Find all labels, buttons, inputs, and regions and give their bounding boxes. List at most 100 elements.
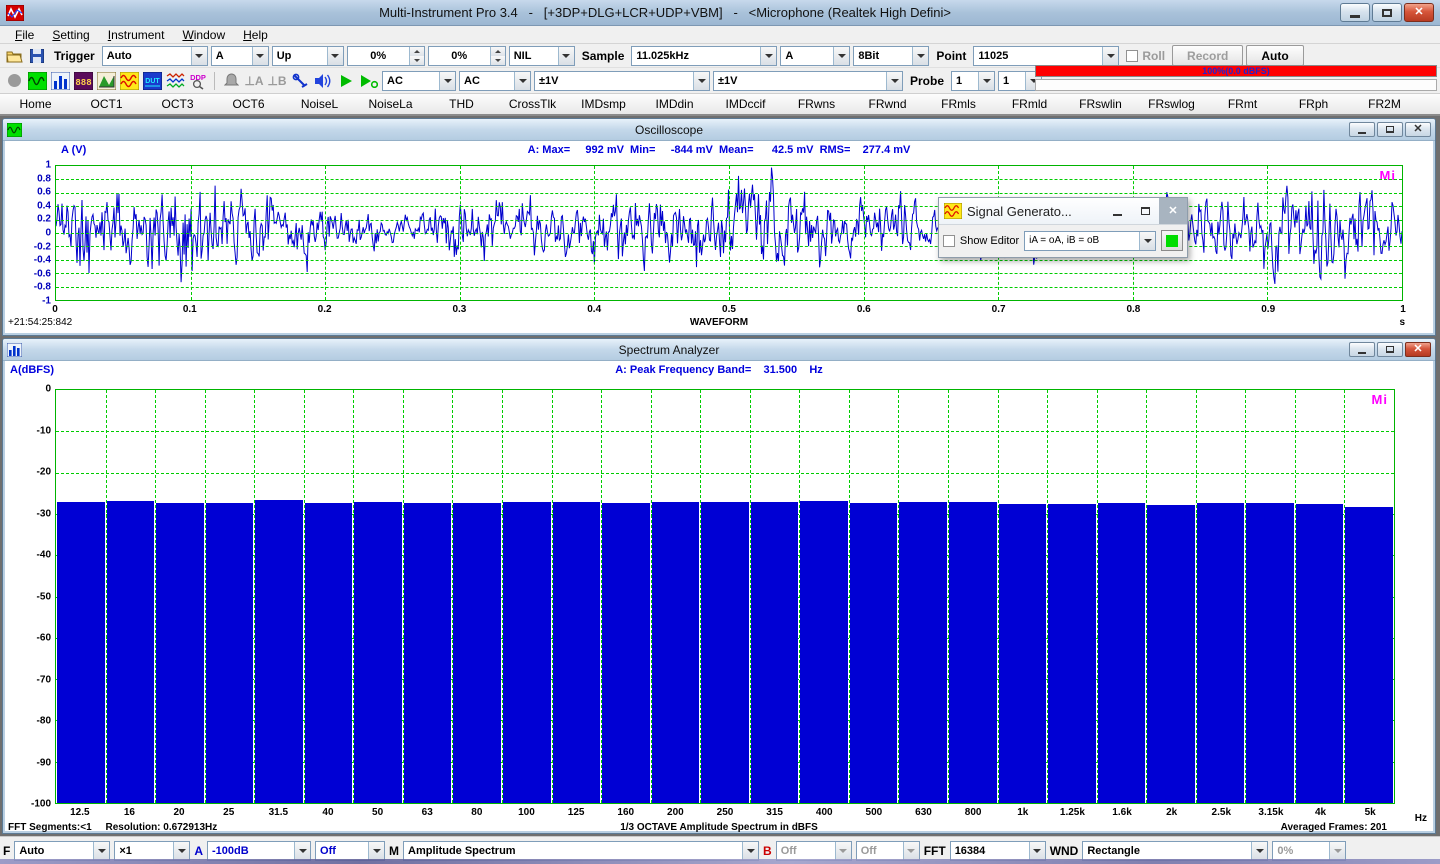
tab-frmld[interactable]: FRmld xyxy=(994,94,1065,114)
maximize-button[interactable] xyxy=(1372,3,1402,22)
spin-down-icon[interactable] xyxy=(410,56,424,65)
gridline xyxy=(191,166,192,300)
menu-window[interactable]: Window xyxy=(173,28,234,42)
device-test-plan-button[interactable]: DUT xyxy=(142,71,162,91)
oscilloscope-toggle-button[interactable] xyxy=(27,71,47,91)
maximize-button[interactable] xyxy=(1377,342,1403,357)
tab-noisela[interactable]: NoiseLa xyxy=(355,94,426,114)
tab-frmls[interactable]: FRmls xyxy=(923,94,994,114)
minimize-button[interactable] xyxy=(1340,3,1370,22)
run-hold-button[interactable] xyxy=(359,71,379,91)
record-button[interactable]: Record xyxy=(1172,45,1243,66)
settings-button[interactable] xyxy=(290,71,310,91)
frequency-axis-select[interactable]: Auto xyxy=(14,841,110,861)
spectrum-3d-plot-toggle-button[interactable] xyxy=(96,71,116,91)
tab-frswlin[interactable]: FRswlin xyxy=(1065,94,1136,114)
generator-run-button[interactable] xyxy=(1161,230,1183,251)
minimize-button[interactable] xyxy=(1349,122,1375,137)
chevron-down-icon xyxy=(1139,232,1155,250)
trigger-delay-spinner[interactable]: 0% xyxy=(428,46,506,66)
tab-oct1[interactable]: OCT1 xyxy=(71,94,142,114)
menu-file[interactable]: File xyxy=(6,28,43,42)
save-file-button[interactable] xyxy=(27,46,47,66)
chevron-down-icon xyxy=(294,842,310,860)
record-button-2[interactable] xyxy=(4,71,24,91)
tab-frph[interactable]: FRph xyxy=(1278,94,1349,114)
tab-oct6[interactable]: OCT6 xyxy=(213,94,284,114)
close-button[interactable]: ✕ xyxy=(1404,3,1434,22)
trigger-frequency-reject-select[interactable]: NIL xyxy=(509,46,575,66)
menu-instrument[interactable]: Instrument xyxy=(99,28,174,42)
tab-frwns[interactable]: FRwns xyxy=(781,94,852,114)
tab-frwnd[interactable]: FRwnd xyxy=(852,94,923,114)
window-function-select[interactable]: Rectangle xyxy=(1082,841,1268,861)
a-processing-select[interactable]: Off xyxy=(315,841,385,861)
coupling-a-select[interactable]: AC xyxy=(382,71,456,91)
trigger-mode-select[interactable]: Auto xyxy=(102,46,208,66)
b-range-select[interactable]: Off xyxy=(776,841,852,861)
sampling-rate-select[interactable]: 11.025kHz xyxy=(631,46,777,66)
signal-generator-titlebar[interactable]: Signal Generato... ✕ xyxy=(939,198,1187,225)
axis-tick-label: -60 xyxy=(37,633,51,644)
b-processing-select[interactable]: Off xyxy=(856,841,920,861)
open-file-button[interactable] xyxy=(4,46,24,66)
tab-fr2m[interactable]: FR2M xyxy=(1349,94,1420,114)
range-b-select[interactable]: ±1V xyxy=(713,71,903,91)
auto-scale-button[interactable]: Auto xyxy=(1246,45,1303,66)
restore-button[interactable] xyxy=(1131,198,1159,224)
tab-noisel[interactable]: NoiseL xyxy=(284,94,355,114)
tab-thd[interactable]: THD xyxy=(426,94,497,114)
calibrate-a-button[interactable]: ⊥A xyxy=(244,71,264,91)
close-button[interactable]: ✕ xyxy=(1405,342,1431,357)
tab-crosstlk[interactable]: CrossTlk xyxy=(497,94,568,114)
signal-generator-toggle-button[interactable] xyxy=(119,71,139,91)
run-button[interactable] xyxy=(336,71,356,91)
derived-data-points-button[interactable] xyxy=(165,71,185,91)
alarm-button[interactable] xyxy=(221,71,241,91)
trigger-level-spinner[interactable]: 0% xyxy=(347,46,425,66)
chevron-down-icon xyxy=(693,72,709,90)
minimize-button[interactable] xyxy=(1103,198,1131,224)
range-a-select[interactable]: ±1V xyxy=(534,71,710,91)
trigger-source-select[interactable]: A xyxy=(211,46,269,66)
window-titlebar[interactable]: Multi-Instrument Pro 3.4 - [+3DP+DLG+LCR… xyxy=(0,0,1440,26)
oscilloscope-titlebar[interactable]: Oscilloscope ✕ xyxy=(3,119,1435,141)
coupling-b-select[interactable]: AC xyxy=(459,71,531,91)
tab-oct3[interactable]: OCT3 xyxy=(142,94,213,114)
minimize-button[interactable] xyxy=(1349,342,1375,357)
spectrum-analyzer-titlebar[interactable]: Spectrum Analyzer ✕ xyxy=(3,339,1435,361)
calibrate-b-button[interactable]: ⊥B xyxy=(267,71,287,91)
axis-tick-label: 0.9 xyxy=(1261,304,1275,315)
sound-output-button[interactable] xyxy=(313,71,333,91)
sampling-channel-select[interactable]: A xyxy=(780,46,850,66)
sampling-bits-select[interactable]: 8Bit xyxy=(853,46,929,66)
tab-home[interactable]: Home xyxy=(0,94,71,114)
menu-help[interactable]: Help xyxy=(234,28,277,42)
a-range-select[interactable]: -100dB xyxy=(207,841,311,861)
maximize-button[interactable] xyxy=(1377,122,1403,137)
close-button[interactable]: ✕ xyxy=(1159,198,1187,224)
tab-imdccif[interactable]: IMDccif xyxy=(710,94,781,114)
tab-frmt[interactable]: FRmt xyxy=(1207,94,1278,114)
roll-checkbox[interactable]: Roll xyxy=(1122,49,1169,63)
probe-a-select[interactable]: 1 xyxy=(951,71,995,91)
multimeter-toggle-button[interactable]: 888 xyxy=(73,71,93,91)
tab-imdsmp[interactable]: IMDsmp xyxy=(568,94,639,114)
tab-imddin[interactable]: IMDdin xyxy=(639,94,710,114)
show-editor-checkbox[interactable] xyxy=(943,235,955,247)
overlap-select[interactable]: 0% xyxy=(1272,841,1346,861)
ddp-viewer-button[interactable]: DDP xyxy=(188,71,208,91)
spin-up-icon[interactable] xyxy=(491,47,505,56)
fft-size-select[interactable]: 16384 xyxy=(950,841,1046,861)
close-button[interactable]: ✕ xyxy=(1405,122,1431,137)
spectrum-analyzer-toggle-button[interactable] xyxy=(50,71,70,91)
menu-setting[interactable]: Setting xyxy=(43,28,98,42)
spin-down-icon[interactable] xyxy=(491,56,505,65)
routing-select[interactable]: iA = oA, iB = oB xyxy=(1024,231,1156,251)
zoom-select[interactable]: ×1 xyxy=(114,841,190,861)
tab-frswlog[interactable]: FRswlog xyxy=(1136,94,1207,114)
spin-up-icon[interactable] xyxy=(410,47,424,56)
trigger-edge-select[interactable]: Up xyxy=(272,46,344,66)
display-mode-select[interactable]: Amplitude Spectrum xyxy=(403,841,759,861)
record-length-select[interactable]: 11025 xyxy=(973,46,1119,66)
